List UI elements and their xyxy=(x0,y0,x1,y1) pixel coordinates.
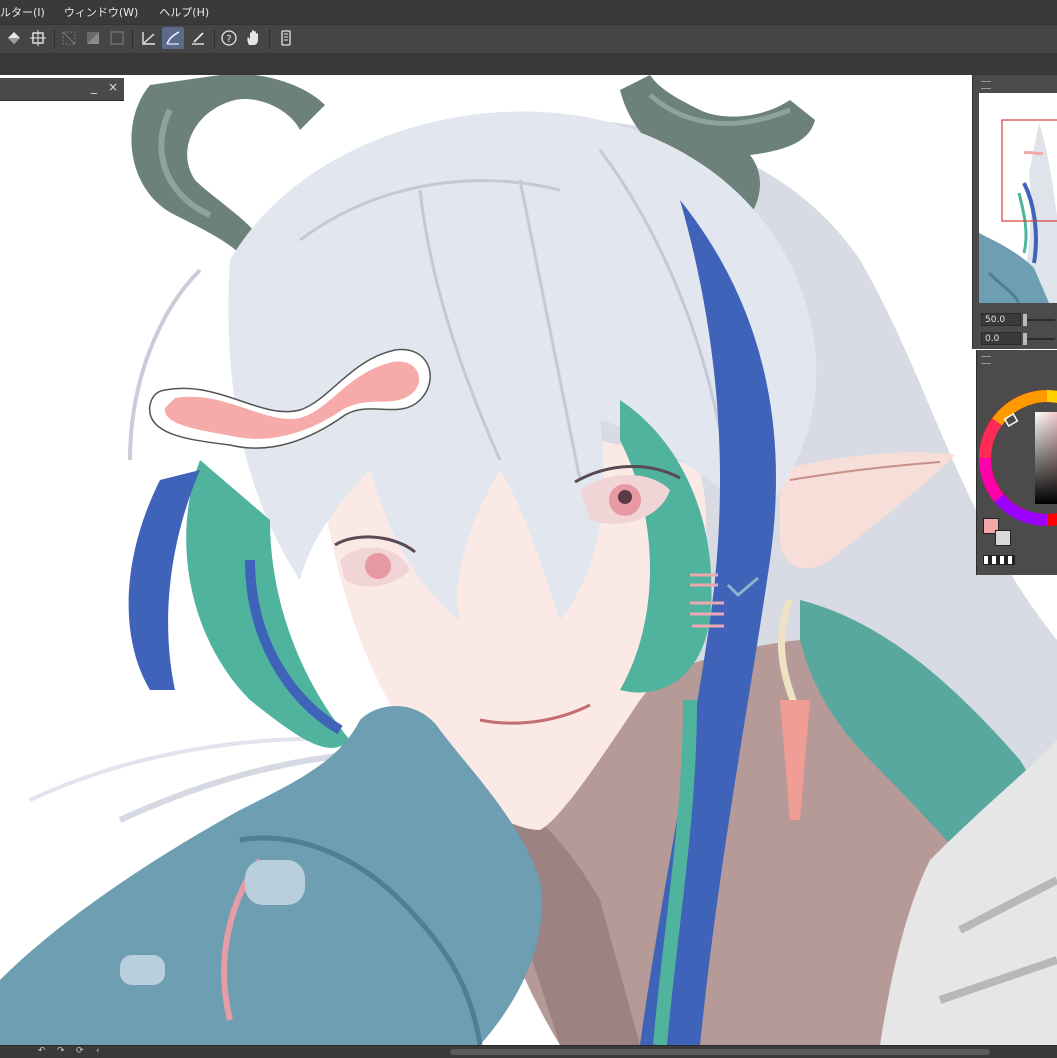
zoom-field[interactable]: 50.0 xyxy=(981,313,1021,326)
help-icon[interactable]: ? xyxy=(218,27,240,49)
command-bar: ? xyxy=(0,24,1057,54)
sub-panel-header: _ × xyxy=(0,78,124,101)
navigator-panel: 50.0 0.0 xyxy=(972,75,1057,349)
zoom-slider[interactable] xyxy=(1023,314,1055,326)
navigator-thumbnail[interactable] xyxy=(979,93,1057,303)
stroke-correct-icon[interactable] xyxy=(162,27,184,49)
minimize-button[interactable]: _ xyxy=(91,80,97,94)
rotate-field[interactable]: 0.0 xyxy=(981,332,1021,345)
close-button[interactable]: × xyxy=(108,80,118,94)
artwork xyxy=(0,75,1057,1045)
pen-pressure-icon[interactable] xyxy=(187,27,209,49)
color-wheel-panel xyxy=(976,350,1057,575)
status-bar: ↶ ↷ ⟳ ‹ xyxy=(0,1045,1057,1058)
ruler-icon[interactable] xyxy=(138,27,160,49)
transparent-color-icon[interactable] xyxy=(983,555,1015,565)
transform-tool-icon[interactable] xyxy=(27,27,49,49)
drawing-canvas[interactable] xyxy=(0,75,1057,1045)
undo-icon[interactable]: ↶ xyxy=(38,1046,46,1057)
panel-grip-icon[interactable] xyxy=(981,356,991,364)
rotate-icon[interactable]: ⟳ xyxy=(76,1046,84,1057)
tab-strip xyxy=(0,53,1057,75)
hand-tool-icon[interactable] xyxy=(242,27,264,49)
redo-icon[interactable]: ↷ xyxy=(57,1046,65,1057)
prev-icon[interactable]: ‹ xyxy=(96,1046,100,1057)
rotate-slider[interactable] xyxy=(1023,333,1055,345)
panel-grip-icon[interactable] xyxy=(981,81,991,89)
background-color-swatch[interactable] xyxy=(995,530,1011,546)
horizontal-scrollbar[interactable] xyxy=(450,1049,990,1055)
device-icon[interactable] xyxy=(275,27,297,49)
selection-clear-icon[interactable] xyxy=(106,27,128,49)
fill-tool-icon[interactable] xyxy=(3,27,25,49)
selection-invert-icon[interactable] xyxy=(82,27,104,49)
menu-help[interactable]: ヘルプ(H) xyxy=(159,4,209,20)
menu-bar: ルター(I) ウィンドウ(W) ヘルプ(H) xyxy=(0,0,1057,24)
menu-window[interactable]: ウィンドウ(W) xyxy=(64,4,138,20)
selection-off-icon[interactable] xyxy=(58,27,80,49)
svg-text:?: ? xyxy=(226,34,231,45)
menu-filter[interactable]: ルター(I) xyxy=(0,4,45,20)
